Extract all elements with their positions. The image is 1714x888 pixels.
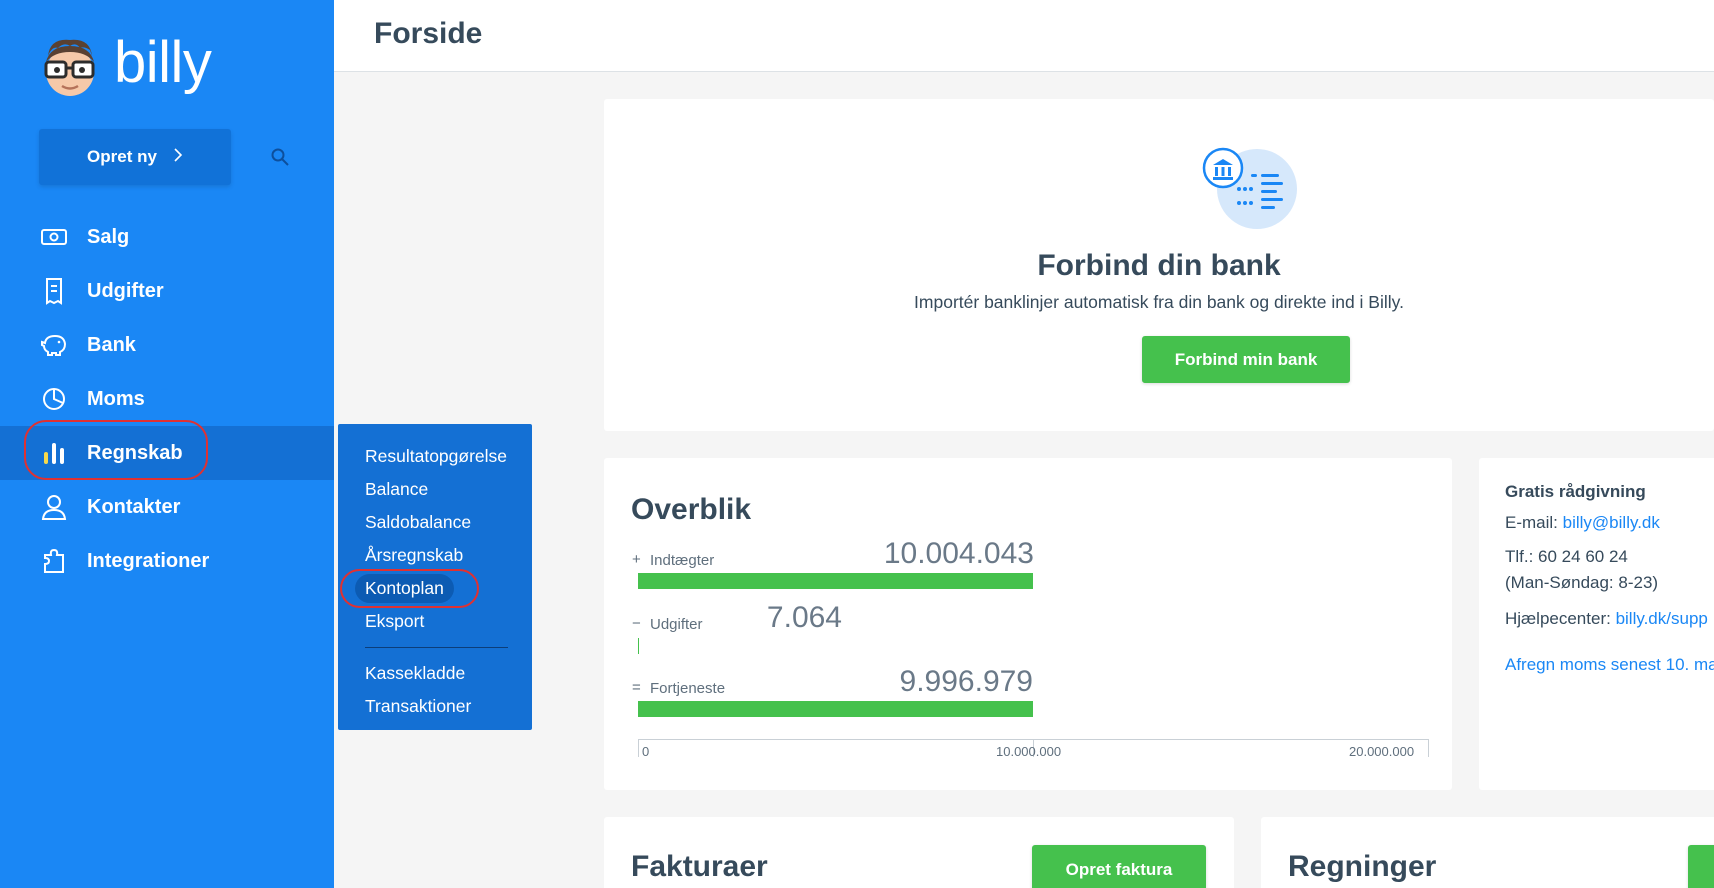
piggy-bank-icon [40,331,68,359]
highlight-ring [24,420,208,480]
submenu-divider [365,647,508,648]
nav-item-salg[interactable]: Salg [0,210,334,264]
submenu-item-kassekladde[interactable]: Kassekladde [338,657,532,690]
receipt-icon [40,277,68,305]
submenu-item-balance[interactable]: Balance [338,473,532,506]
connect-bank-subtitle: Importér banklinjer automatisk fra din b… [914,292,1404,312]
nav-item-label: Bank [87,333,136,356]
puzzle-icon [40,547,68,575]
profit-label: Fortjeneste [650,680,726,697]
invoices-title: Fakturaer [631,850,768,883]
email-link[interactable]: billy@billy.dk [1563,513,1660,532]
nav-item-label: Salg [87,225,130,248]
submenu-item-transaktioner[interactable]: Transaktioner [338,690,532,723]
create-invoice-button[interactable]: Opret faktura [1032,845,1206,888]
connect-bank-button[interactable]: Forbind min bank [1142,336,1350,383]
minus-sign: − [632,615,641,632]
advice-heading: Gratis rådgivning [1505,482,1646,501]
email-line: E-mail: billy@billy.dk [1505,513,1660,533]
person-icon [40,493,68,521]
nav-item-udgifter[interactable]: Udgifter [0,264,334,318]
advice-card: Gratis rådgivning E-mail: billy@billy.dk… [1479,458,1714,790]
plus-sign: + [632,551,641,568]
submenu-item-eksport[interactable]: Eksport [338,605,532,638]
income-label: Indtægter [650,552,715,569]
billy-mascot-icon [40,36,98,98]
regnskab-submenu: Resultatopgørelse Balance Saldobalance Å… [338,424,532,730]
bills-card: Regninger [1261,817,1714,888]
expenses-value: 7.064 [766,601,842,634]
nav-item-regnskab[interactable]: Regnskab [0,420,334,480]
profit-value: 9.996.979 [899,665,1033,698]
page-title: Forside [374,17,483,50]
income-value: 10.004.043 [883,537,1034,570]
top-bar: Forside [334,0,1714,72]
bills-title: Regninger [1288,850,1437,883]
nav-item-bank[interactable]: Bank [0,318,334,372]
help-label: Hjælpecenter: [1505,609,1611,628]
sidebar: billy Opret ny Salg Udgifter Bank Moms R… [0,0,334,888]
nav-item-label: Udgifter [87,279,164,302]
vat-deadline-link[interactable]: Afregn moms senest 10. ma [1505,655,1714,675]
nav-item-moms[interactable]: Moms [0,372,334,426]
profit-bar [638,701,1033,717]
axis-tick-label: 10.000.000 [996,744,1062,759]
income-bar [638,573,1034,589]
nav-item-integrationer[interactable]: Integrationer [0,534,334,588]
main-nav: Salg Udgifter Bank Moms Regnskab Kontakt… [0,210,334,588]
create-bill-button[interactable] [1688,845,1714,888]
pie-chart-icon [40,385,68,413]
connect-bank-card: Forbind din bank Importér banklinjer aut… [604,99,1714,431]
highlight-ring [340,569,479,608]
axis-tick-label: 0 [642,744,650,759]
submenu-item-saldobalance[interactable]: Saldobalance [338,506,532,539]
overview-title: Overblik [631,493,752,526]
nav-item-label: Integrationer [87,549,210,572]
overview-card: Overblik + Indtægter 10.004.043 − Udgift… [604,458,1452,790]
phone-line: Tlf.: 60 24 60 24 [1505,547,1628,566]
billy-logo[interactable]: billy [40,30,212,98]
axis-tick-label: 20.000.000 [1349,744,1415,759]
create-new-label: Opret ny [87,147,157,166]
equals-sign: = [632,679,641,696]
bank-illustration-icon [1199,144,1299,232]
submenu-item-arsregnskab[interactable]: Årsregnskab [338,539,532,572]
search-icon[interactable] [268,145,292,169]
nav-item-kontakter[interactable]: Kontakter [0,480,334,534]
chevron-right-icon [173,147,183,167]
help-center-link[interactable]: billy.dk/supp [1616,609,1708,628]
help-line: Hjælpecenter: billy.dk/supp [1505,609,1708,629]
money-icon [40,223,68,251]
create-new-button[interactable]: Opret ny [39,129,231,185]
submenu-item-kontoplan[interactable]: Kontoplan [338,569,532,608]
email-label: E-mail: [1505,513,1558,532]
submenu-item-resultatopgorelse[interactable]: Resultatopgørelse [338,440,532,473]
logo-text: billy [114,29,212,95]
axis-tick [638,739,639,757]
hours-line: (Man-Søndag: 8-23) [1505,573,1659,592]
invoices-card: Fakturaer Opret faktura [604,817,1234,888]
nav-item-label: Moms [87,387,145,410]
axis-tick [1428,739,1429,757]
connect-bank-title: Forbind din bank [1037,249,1281,282]
nav-item-label: Kontakter [87,495,181,518]
